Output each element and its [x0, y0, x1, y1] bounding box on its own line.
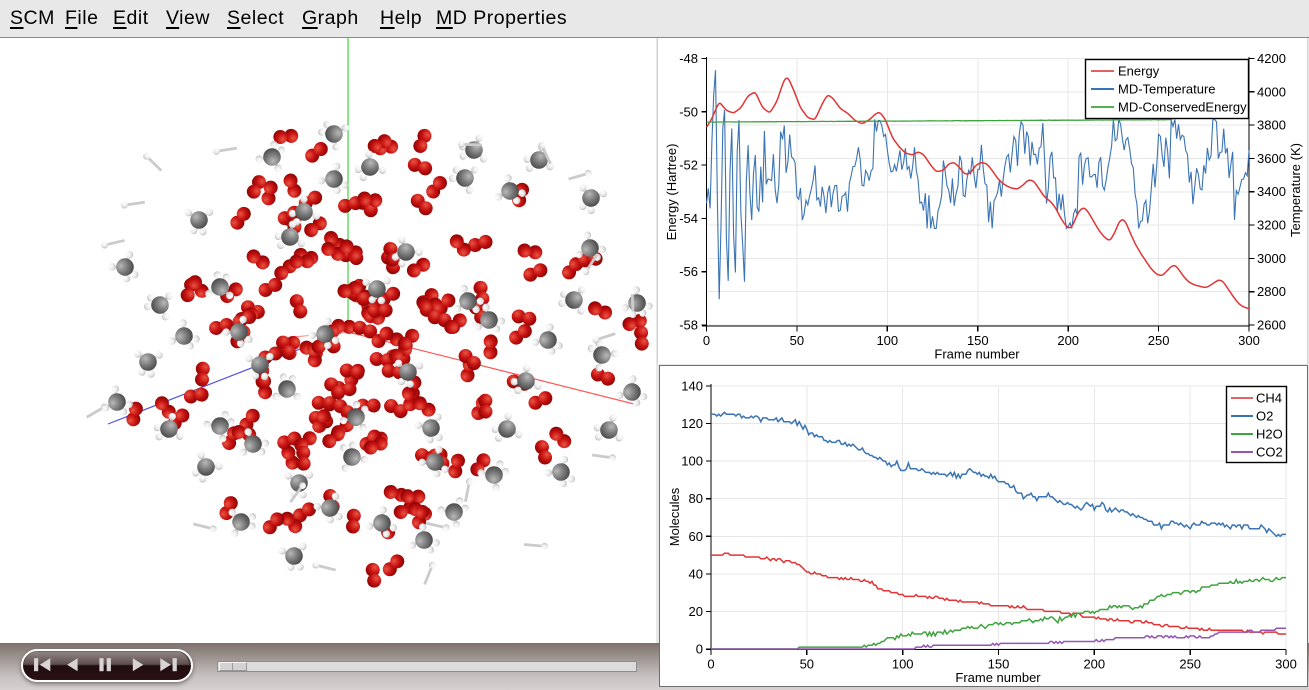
svg-text:CH4: CH4 [1256, 391, 1282, 406]
svg-text:100: 100 [876, 333, 898, 348]
svg-text:2600: 2600 [1257, 318, 1286, 333]
svg-text:140: 140 [681, 379, 703, 394]
svg-text:200: 200 [1083, 657, 1105, 672]
svg-text:3000: 3000 [1257, 251, 1286, 266]
svg-text:0: 0 [703, 333, 710, 348]
svg-text:MD-Temperature: MD-Temperature [1118, 82, 1216, 97]
svg-text:-48: -48 [679, 51, 698, 66]
svg-text:-54: -54 [679, 211, 698, 226]
svg-text:60: 60 [689, 529, 703, 544]
svg-text:-50: -50 [679, 104, 698, 119]
svg-text:Molecules: Molecules [667, 487, 682, 546]
svg-text:50: 50 [800, 657, 814, 672]
svg-text:250: 250 [1179, 657, 1201, 672]
svg-text:Energy: Energy [1118, 64, 1160, 79]
svg-text:250: 250 [1148, 333, 1170, 348]
svg-text:40: 40 [689, 566, 703, 581]
svg-text:0: 0 [696, 642, 703, 657]
svg-text:300: 300 [1238, 333, 1260, 348]
svg-text:2800: 2800 [1257, 284, 1286, 299]
svg-text:100: 100 [681, 454, 703, 469]
svg-text:3600: 3600 [1257, 151, 1286, 166]
svg-text:Temperature (K): Temperature (K) [1288, 143, 1303, 237]
svg-text:Frame number: Frame number [955, 670, 1041, 685]
svg-text:100: 100 [892, 657, 914, 672]
svg-text:-56: -56 [679, 264, 698, 279]
svg-text:50: 50 [790, 333, 804, 348]
svg-text:CO2: CO2 [1256, 445, 1283, 460]
svg-text:3800: 3800 [1257, 118, 1286, 133]
svg-text:O2: O2 [1256, 409, 1273, 424]
svg-text:200: 200 [1057, 333, 1079, 348]
svg-text:80: 80 [689, 491, 703, 506]
svg-text:Energy (Hartree): Energy (Hartree) [664, 144, 679, 241]
svg-text:120: 120 [681, 416, 703, 431]
svg-text:20: 20 [689, 604, 703, 619]
svg-text:3200: 3200 [1257, 218, 1286, 233]
svg-text:0: 0 [707, 657, 714, 672]
svg-text:-58: -58 [679, 318, 698, 333]
svg-text:Frame number: Frame number [934, 347, 1020, 362]
svg-text:4000: 4000 [1257, 84, 1286, 99]
svg-text:300: 300 [1275, 657, 1297, 672]
svg-text:MD-ConservedEnergy: MD-ConservedEnergy [1118, 100, 1247, 115]
svg-text:H2O: H2O [1256, 427, 1283, 442]
svg-text:4200: 4200 [1257, 51, 1286, 66]
svg-text:-52: -52 [679, 158, 698, 173]
svg-text:3400: 3400 [1257, 184, 1286, 199]
